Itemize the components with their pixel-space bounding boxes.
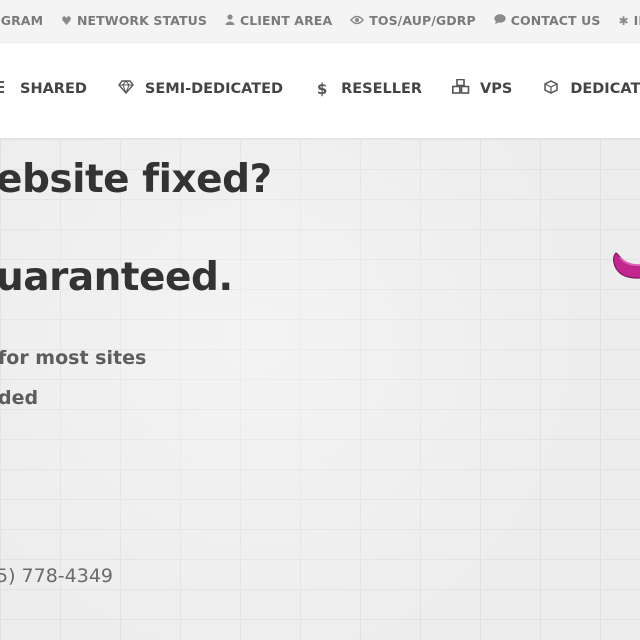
topbar-link-label: CLIENT AREA bbox=[239, 13, 333, 28]
diamond-icon bbox=[117, 79, 135, 98]
topbar-link-ip[interactable]: ✱ IP bbox=[618, 13, 640, 28]
nav-item-label: RESELLER bbox=[341, 80, 423, 97]
hero-subtext-line1: for most sites bbox=[0, 347, 147, 369]
topbar-link-label: IP bbox=[633, 13, 640, 28]
topbar-link-client-area[interactable]: CLIENT AREA bbox=[225, 13, 332, 28]
nav-item-dedicated[interactable]: DEDICATE bbox=[542, 79, 640, 98]
hero-headline-line2: uaranteed. bbox=[0, 255, 233, 300]
topbar-link-network-status[interactable]: ♥ NETWORK STATUS bbox=[61, 13, 207, 28]
topbar-link-program[interactable]: OGRAM bbox=[0, 13, 43, 28]
eye-icon bbox=[350, 14, 365, 28]
nav-item-label: SHARED bbox=[20, 80, 87, 97]
topbar-link-tos[interactable]: TOS/AUP/GDRP bbox=[350, 13, 476, 28]
hero-section: ebsite fixed? uaranteed. for most sites … bbox=[0, 139, 640, 640]
chat-bubble-icon bbox=[494, 13, 506, 28]
nav-item-shared[interactable]: SHARED bbox=[0, 79, 87, 98]
topbar-link-label: NETWORK STATUS bbox=[76, 13, 207, 28]
topbar-link-label: CONTACT US bbox=[510, 13, 601, 28]
cubes-icon bbox=[452, 78, 470, 98]
main-navigation: SHARED SEMI-DEDICATED $ RESELLER VPS DED… bbox=[0, 43, 640, 139]
nav-item-semi-dedicated[interactable]: SEMI-DEDICATED bbox=[117, 79, 283, 98]
dollar-icon: $ bbox=[316, 79, 328, 98]
heartbeat-icon: ♥ bbox=[61, 13, 72, 28]
mascot-illustration bbox=[612, 249, 640, 289]
hero-subtext-line2: ded bbox=[0, 387, 39, 409]
nav-item-label: DEDICATE bbox=[570, 80, 640, 97]
top-utility-bar: OGRAM ♥ NETWORK STATUS CLIENT AREA TOS/A… bbox=[0, 0, 640, 43]
nav-item-label: VPS bbox=[480, 80, 513, 97]
topbar-link-contact-us[interactable]: CONTACT US bbox=[494, 13, 601, 28]
cube-icon bbox=[542, 79, 560, 98]
phone-number-link[interactable]: 5) 778-4349 bbox=[0, 565, 113, 587]
nav-item-vps[interactable]: VPS bbox=[452, 78, 513, 98]
user-icon bbox=[225, 13, 235, 28]
nav-item-reseller[interactable]: $ RESELLER bbox=[313, 79, 422, 98]
list-icon bbox=[0, 80, 10, 98]
topbar-link-label: OGRAM bbox=[0, 13, 44, 28]
topbar-link-label: TOS/AUP/GDRP bbox=[369, 13, 476, 28]
asterisk-icon: ✱ bbox=[618, 13, 629, 28]
nav-item-label: SEMI-DEDICATED bbox=[144, 80, 284, 97]
hero-headline-line1: ebsite fixed? bbox=[0, 157, 272, 202]
